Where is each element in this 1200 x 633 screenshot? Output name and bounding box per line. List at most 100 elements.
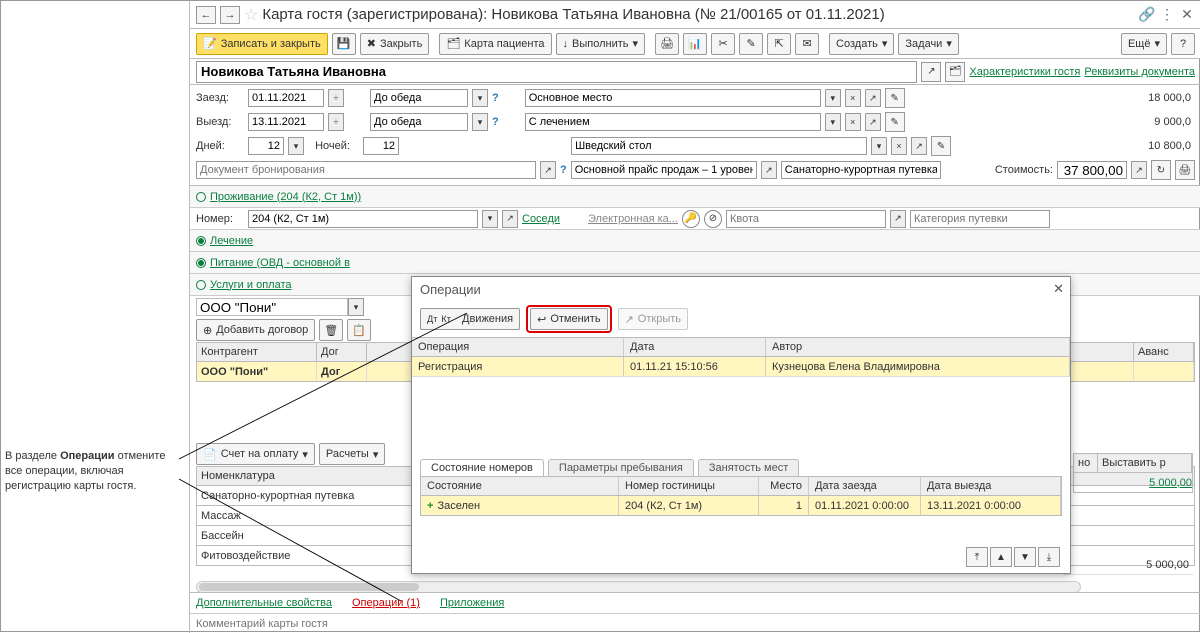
date-spinner2[interactable]: ÷ (328, 113, 344, 131)
help3-icon[interactable]: ? (560, 164, 567, 176)
key-icon[interactable]: 🔑 (682, 210, 700, 228)
accommodation-section[interactable]: Проживание (204 (К2, Ст 1м)) (190, 186, 1200, 208)
days-dd[interactable]: ▾ (288, 137, 304, 155)
tab-stay-params[interactable]: Параметры пребывания (548, 459, 694, 476)
checkin-input[interactable] (248, 89, 324, 107)
treat-open[interactable]: ↗ (865, 113, 881, 131)
buffet-clear[interactable]: × (891, 137, 907, 155)
menu-icon[interactable]: ⋮ (1159, 7, 1175, 23)
delete-button[interactable]: 🗑 (319, 319, 343, 341)
place-open[interactable]: ↗ (865, 89, 881, 107)
refresh-cost-icon[interactable]: ↻ (1151, 160, 1171, 180)
days-input[interactable] (248, 137, 284, 155)
comment-input[interactable] (196, 618, 1195, 630)
operations-link[interactable]: Операции (1) (352, 597, 420, 609)
help-button[interactable]: ? (1171, 33, 1195, 55)
booking-doc-input[interactable] (196, 161, 536, 179)
nights-input[interactable] (363, 137, 399, 155)
attachments-link[interactable]: Приложения (440, 597, 504, 609)
copy-button[interactable]: 📋 (347, 319, 371, 341)
chart-button[interactable]: 📊 (683, 33, 707, 55)
state-grid-row[interactable]: +Заселен 204 (К2, Ст 1м) 1 01.11.2021 0:… (420, 496, 1062, 516)
characteristics-link[interactable]: Характеристики гостя (969, 66, 1080, 78)
checkout-input[interactable] (248, 113, 324, 131)
row-sum-link[interactable]: 5 000,00 (1149, 477, 1192, 489)
scissors-button[interactable]: ✂ (711, 33, 735, 55)
tab-occupancy[interactable]: Занятость мест (698, 459, 799, 476)
treatment-input[interactable] (525, 113, 821, 131)
cost-open[interactable]: ↗ (1131, 161, 1147, 179)
category-input[interactable] (910, 210, 1050, 228)
accommodation-link[interactable]: Проживание (204 (К2, Ст 1м)) (210, 191, 361, 203)
tab-room-state[interactable]: Состояние номеров (420, 459, 544, 476)
edit-buffet-icon[interactable]: ✎ (931, 136, 951, 156)
save-close-button[interactable]: 📝 Записать и закрыть (196, 33, 328, 55)
checkin-meal-input[interactable] (370, 89, 468, 107)
more-button[interactable]: Ещё ▾ (1121, 33, 1167, 55)
nav-down-icon[interactable]: ▼ (1014, 547, 1036, 567)
nav-back-button[interactable]: ← (196, 6, 216, 24)
treatment-section[interactable]: Лечение (190, 230, 1200, 252)
favorite-icon[interactable]: ☆ (244, 5, 258, 25)
movements-button[interactable]: ДтКт Движения (420, 308, 520, 330)
execute-button[interactable]: ↓ Выполнить ▾ (556, 33, 646, 55)
tasks-button[interactable]: Задачи ▾ (898, 33, 958, 55)
open-guest-button[interactable]: ↗ (921, 62, 941, 82)
guest-name-input[interactable] (196, 61, 917, 83)
cancel-key-icon[interactable]: ⊘ (704, 210, 722, 228)
meals-link[interactable]: Питание (ОВД - основной в (210, 257, 350, 269)
save-button[interactable]: 💾 (332, 33, 356, 55)
nav-up-icon[interactable]: ▲ (990, 547, 1012, 567)
help2-icon[interactable]: ? (492, 116, 499, 128)
link-icon[interactable]: 🔗 (1139, 7, 1155, 23)
voucher-input[interactable] (781, 161, 941, 179)
invoice-button[interactable]: 📄 Счет на оплату ▾ (196, 443, 315, 465)
ecard-link[interactable]: Электронная ка... (588, 213, 678, 225)
place-clear[interactable]: × (845, 89, 861, 107)
close-button[interactable]: ✖ Закрыть (360, 33, 430, 55)
treat-clear[interactable]: × (845, 113, 861, 131)
org-input[interactable] (196, 298, 348, 316)
pricelist-input[interactable] (571, 161, 757, 179)
print-cost-icon[interactable]: 🖨 (1175, 160, 1195, 180)
services-link[interactable]: Услуги и оплата (210, 279, 292, 291)
ops-grid-row[interactable]: Регистрация 01.11.21 15:10:56 Кузнецова … (412, 357, 1070, 377)
edit-treat-icon[interactable]: ✎ (885, 112, 905, 132)
mail-button[interactable]: ✉ (795, 33, 819, 55)
place-type-input[interactable] (525, 89, 821, 107)
date-spinner[interactable]: ÷ (328, 89, 344, 107)
treat-dd[interactable]: ▾ (825, 113, 841, 131)
org-dd[interactable]: ▾ (348, 298, 364, 316)
edit-button[interactable]: ✎ (739, 33, 763, 55)
room-input[interactable] (248, 210, 478, 228)
nav-last-icon[interactable]: ⤓ (1038, 547, 1060, 567)
close-window-icon[interactable]: ✕ (1179, 7, 1195, 23)
meal-dd[interactable]: ▾ (472, 89, 488, 107)
buffet-open[interactable]: ↗ (911, 137, 927, 155)
popup-close-icon[interactable]: ✕ (1053, 281, 1064, 297)
room-open[interactable]: ↗ (502, 210, 518, 228)
extra-properties-link[interactable]: Дополнительные свойства (196, 597, 332, 609)
treatment-link[interactable]: Лечение (210, 235, 253, 247)
book-open[interactable]: ↗ (540, 161, 556, 179)
calc-button[interactable]: Расчеты ▾ (319, 443, 385, 465)
buffet-dd[interactable]: ▾ (871, 137, 887, 155)
edit-place-icon[interactable]: ✎ (885, 88, 905, 108)
help-icon[interactable]: ? (492, 92, 499, 104)
export-button[interactable]: ⇱ (767, 33, 791, 55)
nav-first-icon[interactable]: ⤒ (966, 547, 988, 567)
room-dd[interactable]: ▾ (482, 210, 498, 228)
nav-forward-button[interactable]: → (220, 6, 240, 24)
buffet-input[interactable] (571, 137, 867, 155)
patient-card-button[interactable]: 🗂 Карта пациента (439, 33, 551, 55)
requisites-link[interactable]: Реквизиты документа (1084, 66, 1195, 78)
print-button[interactable]: 🖨 (655, 33, 679, 55)
quota-input[interactable] (726, 210, 886, 228)
create-button[interactable]: Создать ▾ (829, 33, 894, 55)
checkout-meal-input[interactable] (370, 113, 468, 131)
guest-card-button[interactable]: 🗂 (945, 62, 965, 82)
cost-input[interactable] (1057, 161, 1127, 179)
meals-section[interactable]: Питание (ОВД - основной в (190, 252, 1200, 274)
place-dd[interactable]: ▾ (825, 89, 841, 107)
pl-open[interactable]: ↗ (761, 161, 777, 179)
